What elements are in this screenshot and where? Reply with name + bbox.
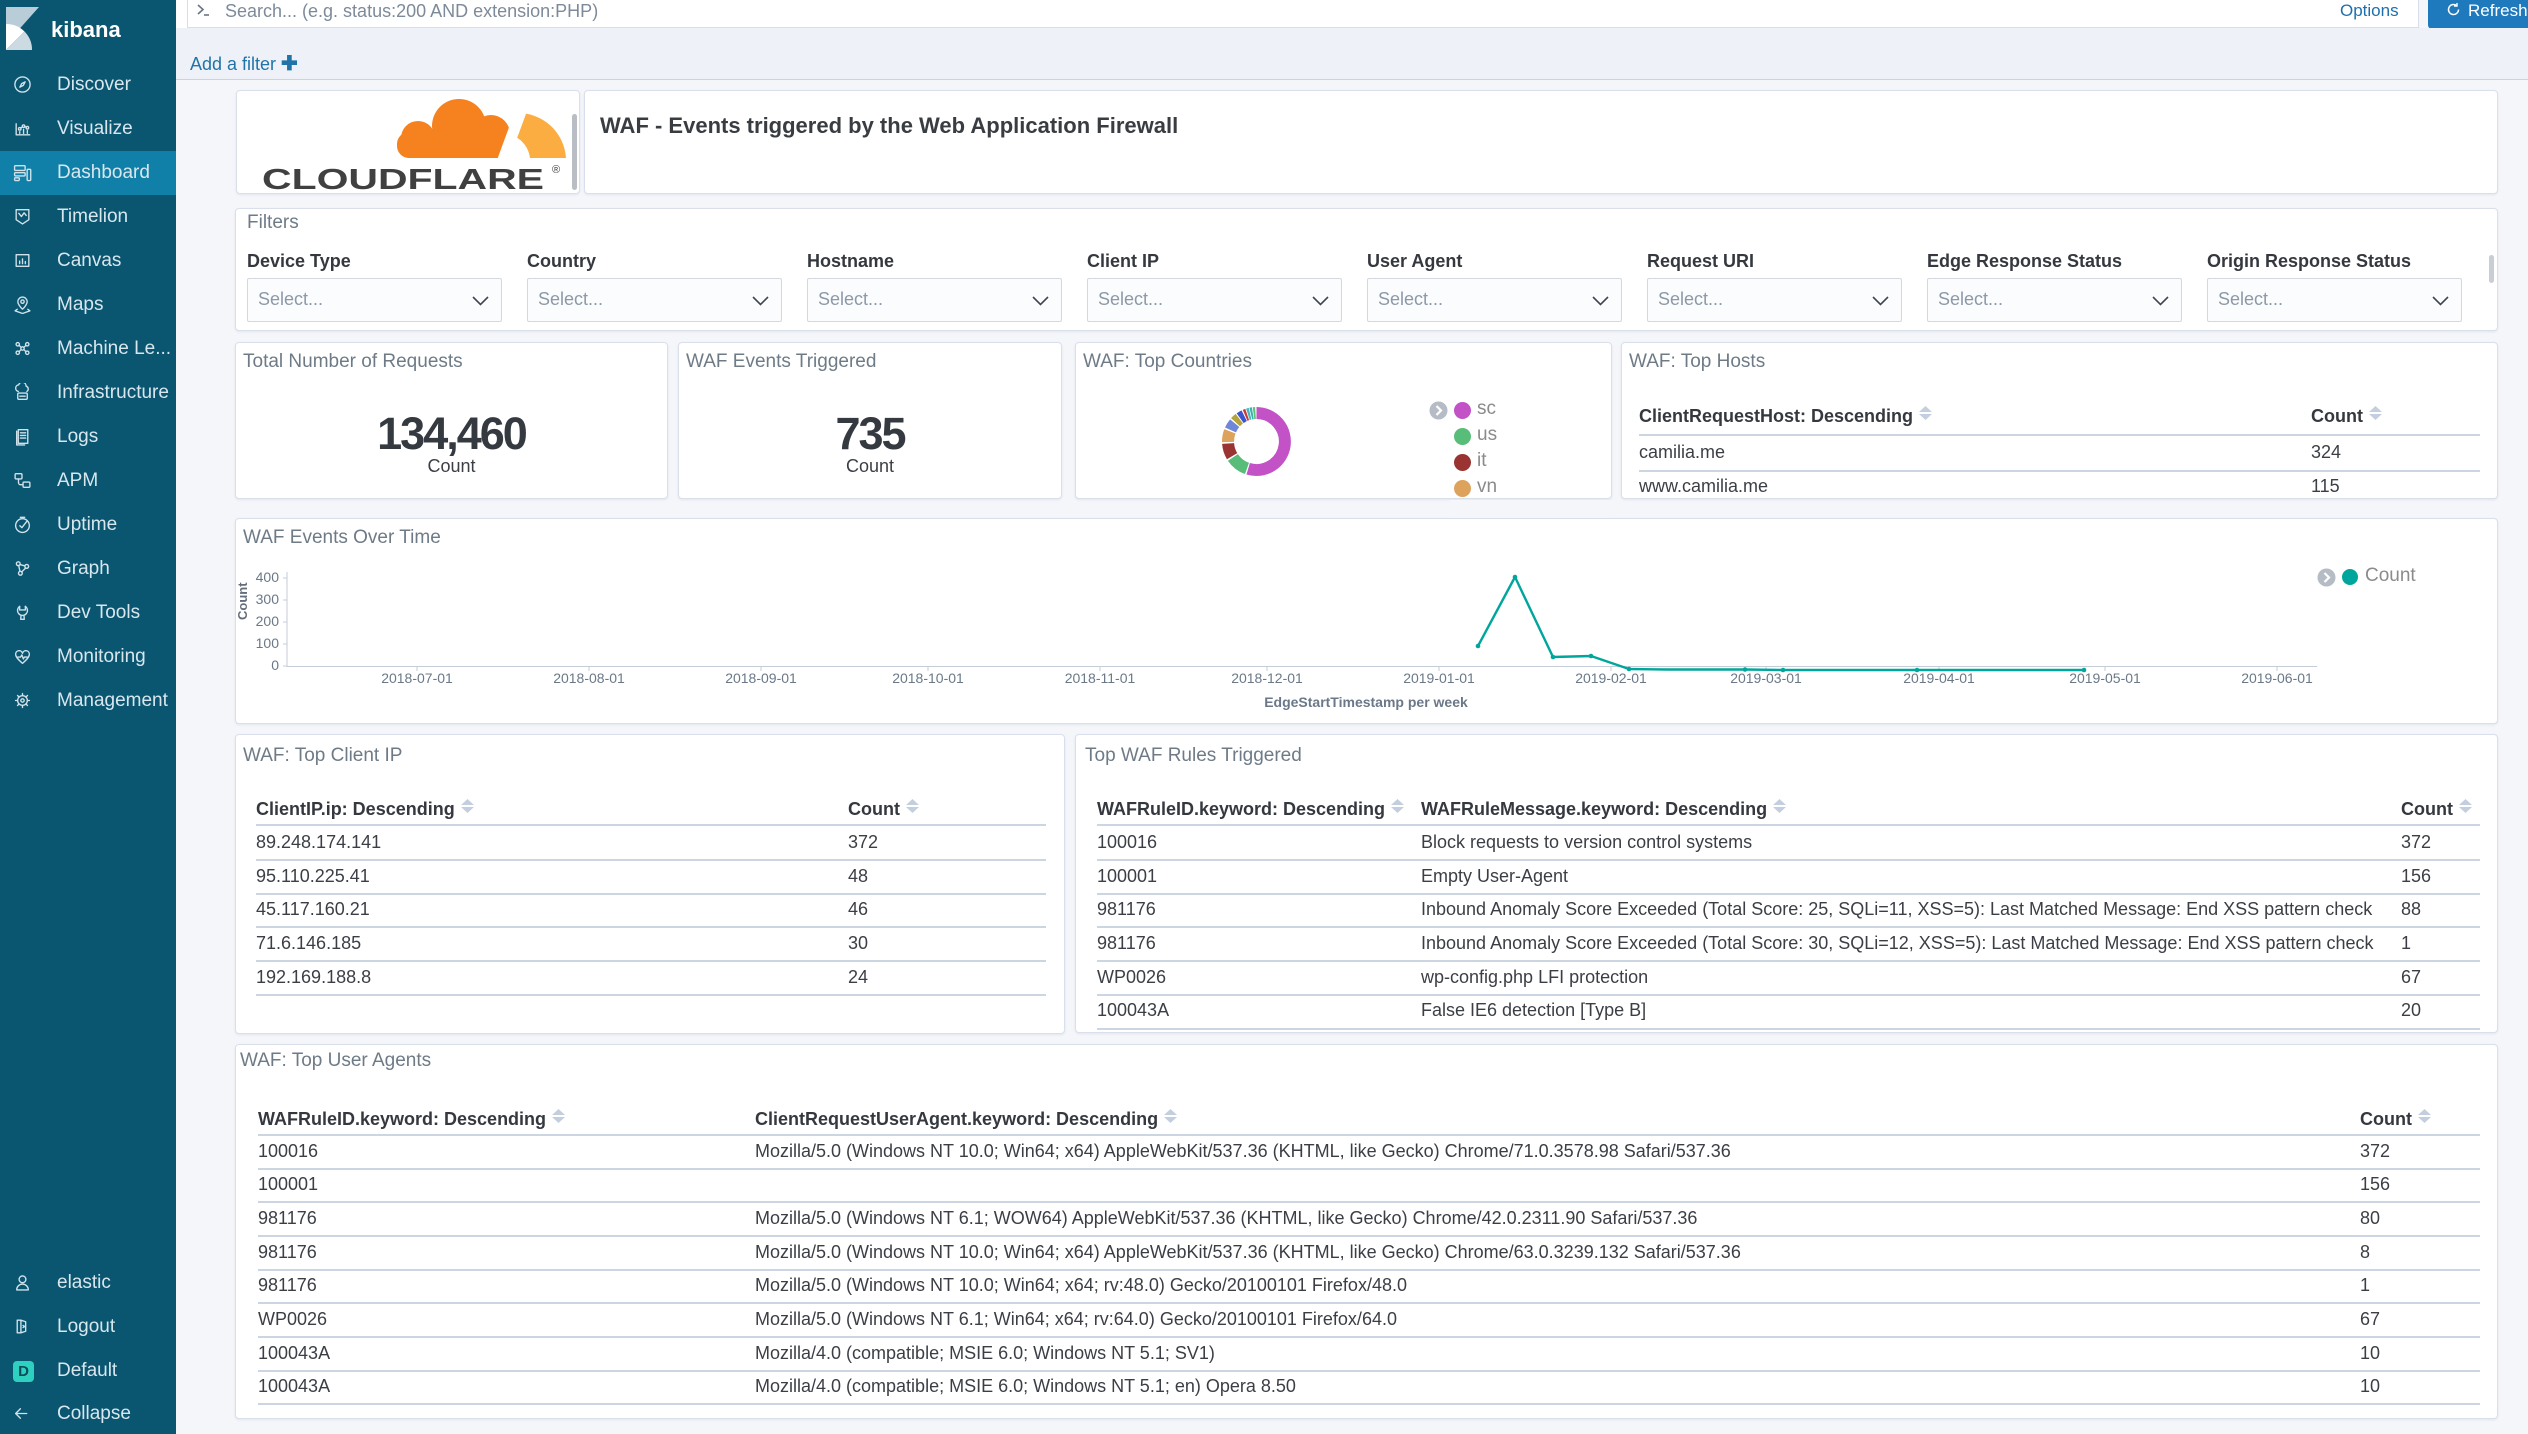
svg-text:2019-06-01: 2019-06-01	[2241, 670, 2313, 686]
svg-text:®: ®	[552, 164, 560, 176]
svg-text:2019-02-01: 2019-02-01	[1575, 670, 1647, 686]
svg-text:100: 100	[256, 635, 280, 651]
svg-text:300: 300	[256, 591, 280, 607]
svg-text:2019-01-01: 2019-01-01	[1403, 670, 1475, 686]
svg-text:2018-11-01: 2018-11-01	[1065, 670, 1136, 686]
svg-text:Count: Count	[235, 582, 250, 620]
svg-text:200: 200	[256, 613, 280, 629]
svg-text:2018-12-01: 2018-12-01	[1231, 670, 1303, 686]
svg-text:400: 400	[256, 569, 280, 585]
svg-text:2019-04-01: 2019-04-01	[1903, 670, 1975, 686]
svg-text:2018-09-01: 2018-09-01	[725, 670, 797, 686]
svg-text:2018-08-01: 2018-08-01	[553, 670, 625, 686]
svg-text:2018-07-01: 2018-07-01	[381, 670, 453, 686]
svg-text:0: 0	[271, 657, 279, 673]
svg-text:2019-05-01: 2019-05-01	[2069, 670, 2141, 686]
svg-text:CLOUDFLARE: CLOUDFLARE	[262, 164, 544, 196]
svg-text:EdgeStartTimestamp per week: EdgeStartTimestamp per week	[1264, 694, 1468, 710]
svg-text:2018-10-01: 2018-10-01	[892, 670, 964, 686]
svg-text:2019-03-01: 2019-03-01	[1730, 670, 1802, 686]
